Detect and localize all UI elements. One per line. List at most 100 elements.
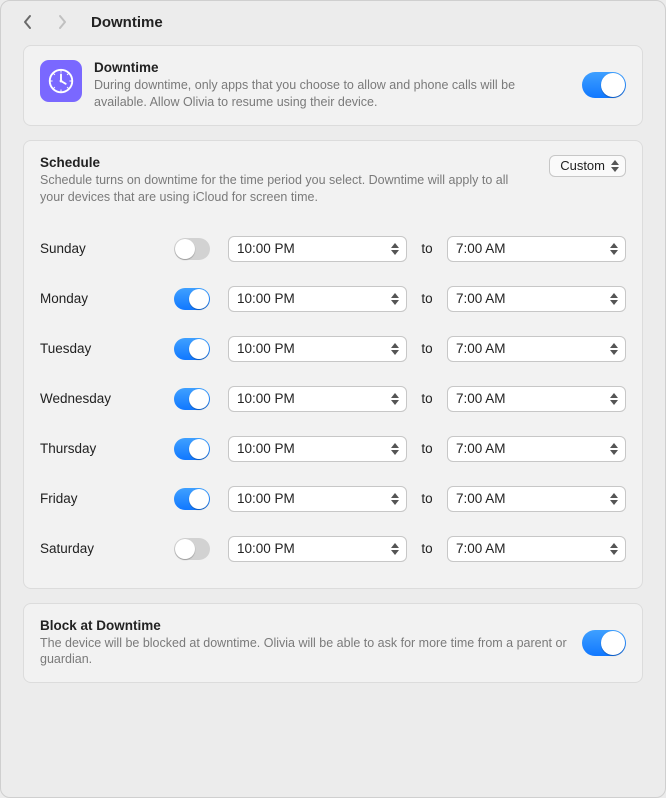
day-label: Saturday <box>40 541 174 556</box>
to-label: to <box>407 441 447 456</box>
day-row: Sunday 10:00 PM to 7:00 AM <box>40 224 626 274</box>
updown-icon <box>611 160 619 172</box>
to-label: to <box>407 291 447 306</box>
to-label: to <box>407 341 447 356</box>
end-time-picker[interactable]: 7:00 AM <box>447 336 626 362</box>
toggle-knob <box>189 439 209 459</box>
stepper-icon[interactable] <box>388 389 402 409</box>
to-label: to <box>407 391 447 406</box>
stepper-icon[interactable] <box>607 389 621 409</box>
page-title: Downtime <box>91 14 163 31</box>
start-time-value: 10:00 PM <box>237 441 295 456</box>
block-title: Block at Downtime <box>40 618 570 633</box>
schedule-mode-value: Custom <box>560 158 605 173</box>
block-description: The device will be blocked at downtime. … <box>40 635 570 669</box>
start-time-value: 10:00 PM <box>237 241 295 256</box>
start-time-picker[interactable]: 10:00 PM <box>228 436 407 462</box>
start-time-value: 10:00 PM <box>237 291 295 306</box>
stepper-icon[interactable] <box>388 289 402 309</box>
block-at-downtime-card: Block at Downtime The device will be blo… <box>23 603 643 684</box>
chevron-left-icon <box>23 14 33 30</box>
toggle-knob <box>175 239 195 259</box>
schedule-card: Schedule Schedule turns on downtime for … <box>23 140 643 589</box>
end-time-value: 7:00 AM <box>456 391 506 406</box>
stepper-icon[interactable] <box>388 539 402 559</box>
toggle-knob <box>601 631 625 655</box>
title-bar: Downtime <box>1 1 665 39</box>
start-time-picker[interactable]: 10:00 PM <box>228 536 407 562</box>
back-button[interactable] <box>19 11 37 33</box>
to-label: to <box>407 491 447 506</box>
day-row: Monday 10:00 PM to 7:00 AM <box>40 274 626 324</box>
stepper-icon[interactable] <box>388 239 402 259</box>
schedule-title: Schedule <box>40 155 525 170</box>
start-time-value: 10:00 PM <box>237 391 295 406</box>
chevron-right-icon <box>57 14 67 30</box>
stepper-icon[interactable] <box>607 539 621 559</box>
toggle-knob <box>189 289 209 309</box>
end-time-value: 7:00 AM <box>456 441 506 456</box>
toggle-knob <box>189 339 209 359</box>
day-toggle[interactable] <box>174 388 210 410</box>
clock-icon <box>46 66 76 96</box>
end-time-value: 7:00 AM <box>456 291 506 306</box>
start-time-value: 10:00 PM <box>237 541 295 556</box>
day-toggle[interactable] <box>174 288 210 310</box>
downtime-header-card: Downtime During downtime, only apps that… <box>23 45 643 126</box>
stepper-icon[interactable] <box>607 489 621 509</box>
start-time-picker[interactable]: 10:00 PM <box>228 286 407 312</box>
downtime-title: Downtime <box>94 60 562 75</box>
day-row: Friday 10:00 PM to 7:00 AM <box>40 474 626 524</box>
day-label: Monday <box>40 291 174 306</box>
day-row: Tuesday 10:00 PM to 7:00 AM <box>40 324 626 374</box>
toggle-knob <box>601 73 625 97</box>
day-label: Sunday <box>40 241 174 256</box>
end-time-picker[interactable]: 7:00 AM <box>447 236 626 262</box>
stepper-icon[interactable] <box>607 289 621 309</box>
day-label: Tuesday <box>40 341 174 356</box>
end-time-picker[interactable]: 7:00 AM <box>447 286 626 312</box>
end-time-value: 7:00 AM <box>456 341 506 356</box>
stepper-icon[interactable] <box>607 439 621 459</box>
day-row: Saturday 10:00 PM to 7:00 AM <box>40 524 626 574</box>
start-time-picker[interactable]: 10:00 PM <box>228 386 407 412</box>
downtime-description: During downtime, only apps that you choo… <box>94 77 562 111</box>
schedule-description: Schedule turns on downtime for the time … <box>40 172 525 206</box>
day-toggle[interactable] <box>174 338 210 360</box>
day-row: Thursday 10:00 PM to 7:00 AM <box>40 424 626 474</box>
day-toggle[interactable] <box>174 238 210 260</box>
day-label: Friday <box>40 491 174 506</box>
start-time-picker[interactable]: 10:00 PM <box>228 336 407 362</box>
day-toggle[interactable] <box>174 538 210 560</box>
end-time-value: 7:00 AM <box>456 541 506 556</box>
to-label: to <box>407 541 447 556</box>
to-label: to <box>407 241 447 256</box>
block-at-downtime-toggle[interactable] <box>582 630 626 656</box>
end-time-picker[interactable]: 7:00 AM <box>447 386 626 412</box>
start-time-picker[interactable]: 10:00 PM <box>228 236 407 262</box>
toggle-knob <box>189 389 209 409</box>
day-toggle[interactable] <box>174 488 210 510</box>
end-time-value: 7:00 AM <box>456 491 506 506</box>
schedule-mode-select[interactable]: Custom <box>549 155 626 177</box>
downtime-app-icon <box>40 60 82 102</box>
day-label: Wednesday <box>40 391 174 406</box>
end-time-picker[interactable]: 7:00 AM <box>447 486 626 512</box>
start-time-value: 10:00 PM <box>237 341 295 356</box>
end-time-value: 7:00 AM <box>456 241 506 256</box>
stepper-icon[interactable] <box>388 489 402 509</box>
toggle-knob <box>189 489 209 509</box>
downtime-master-toggle[interactable] <box>582 72 626 98</box>
start-time-value: 10:00 PM <box>237 491 295 506</box>
stepper-icon[interactable] <box>388 339 402 359</box>
stepper-icon[interactable] <box>388 439 402 459</box>
day-label: Thursday <box>40 441 174 456</box>
forward-button <box>53 11 71 33</box>
end-time-picker[interactable]: 7:00 AM <box>447 536 626 562</box>
day-toggle[interactable] <box>174 438 210 460</box>
stepper-icon[interactable] <box>607 239 621 259</box>
end-time-picker[interactable]: 7:00 AM <box>447 436 626 462</box>
toggle-knob <box>175 539 195 559</box>
start-time-picker[interactable]: 10:00 PM <box>228 486 407 512</box>
stepper-icon[interactable] <box>607 339 621 359</box>
